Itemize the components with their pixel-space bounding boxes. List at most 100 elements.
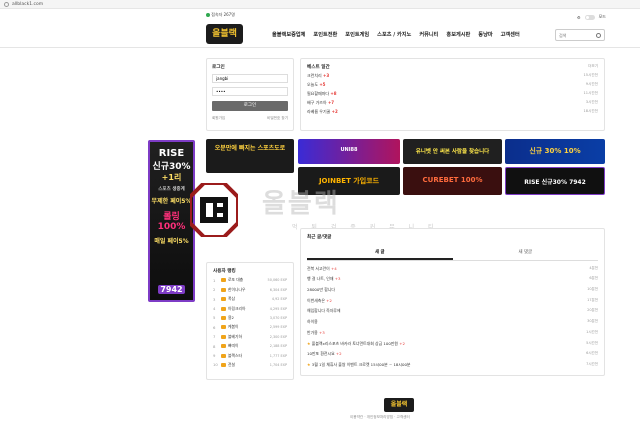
tab-new-posts[interactable]: 새 글 [307, 246, 453, 260]
url-text[interactable]: allblack1.com [12, 0, 43, 9]
item-title[interactable]: 하이용 [307, 319, 318, 324]
rank-name[interactable]: 로또 대충 [228, 277, 268, 283]
item-date: 6분전 [589, 276, 598, 281]
rank-row[interactable]: 7 블베기하 2,300 EXP [213, 334, 287, 340]
rank-row[interactable]: 3 폭삼 4,92 EXP [213, 296, 287, 302]
sports-banner[interactable]: 오분만에 빠지는 스포츠도로 [206, 139, 294, 173]
nav-item[interactable]: 동냥마 [478, 31, 492, 38]
nav-item[interactable]: 커뮤니티 [419, 31, 438, 38]
rank-row[interactable]: 4 아링크리아 4,295 EXP [213, 306, 287, 312]
item-title[interactable]: 필요할때마다 [307, 91, 329, 96]
signup-link[interactable]: 회원가입 [212, 116, 225, 121]
item-title[interactable]: 라베름 우기꿀 [307, 109, 330, 114]
rank-name[interactable]: 블랙스타 [228, 353, 270, 359]
item-date: 5시간전 [586, 340, 598, 345]
list-item[interactable]: 전북 서고란이 +4 4분전 [307, 266, 598, 272]
banner-line: 매일 페이5% [154, 238, 189, 245]
rank-name[interactable]: 폭삼 [228, 296, 272, 302]
list-item[interactable]: 크런치리 +3 15시간전 [307, 73, 598, 79]
rank-row[interactable]: 8 빠띠이 2,188 EXP [213, 343, 287, 349]
item-title[interactable]: 28000만 합니다 [307, 287, 335, 292]
search-placeholder: 검색 [559, 33, 567, 38]
site-logo[interactable]: 올블랙 [206, 24, 243, 44]
rank-name[interactable]: 빠띠이 [228, 343, 270, 349]
rank-row[interactable]: 5 용2 3,070 EXP [213, 315, 287, 321]
rank-row[interactable]: 2 한이나나우 6,304 EXP [213, 287, 287, 293]
list-item[interactable]: ★ 올블랙x리스포츠 바카라 토너먼트대회 상금 100만원 +2 5시간전 [307, 341, 598, 347]
rank-row[interactable]: 6 케봄이 2,599 EXP [213, 324, 287, 330]
level-icon [221, 297, 226, 302]
nav-item[interactable]: 홍보게시판 [446, 31, 470, 38]
level-icon [221, 334, 226, 339]
list-item[interactable]: 행 걸 나트, 인재 +3 6분전 [307, 276, 598, 282]
password-field[interactable] [212, 87, 288, 96]
item-title[interactable]: 배구 가즈아 [307, 100, 327, 105]
search-input[interactable]: 검색 [555, 29, 605, 41]
rank-row[interactable]: 9 블랙스타 1,777 EXP [213, 353, 287, 359]
rank-name[interactable]: 케봄이 [228, 324, 270, 330]
item-title[interactable]: 10만포 환전시요 [307, 351, 335, 356]
list-item[interactable]: 필요할때마다 +8 11시간전 [307, 91, 598, 97]
rank-name[interactable]: 전설 [228, 362, 270, 368]
list-item[interactable]: 해입합니다 즉자루에 20분전 [307, 308, 598, 314]
rank-number: 5 [213, 315, 216, 321]
item-title[interactable]: 오늘도 [307, 82, 318, 87]
item-title[interactable]: 해입합니다 즉자루에 [307, 308, 340, 313]
list-item[interactable]: 반가용 +3 1시간전 [307, 330, 598, 336]
find-password-link[interactable]: 비밀번호 찾기 [267, 116, 288, 121]
item-title[interactable]: 3월 1일 체휴사 출쌍 이벤트 크로켓 15시00분 ~ 18시00분 [312, 362, 411, 367]
uni88-banner[interactable]: UNI88 [298, 139, 400, 164]
mode-toggle[interactable] [584, 14, 595, 20]
best-more-link[interactable]: 더보기 [588, 64, 598, 70]
login-button[interactable]: 로그인 [212, 101, 288, 111]
address-bar[interactable]: allblack1.com [0, 0, 640, 9]
rank-name[interactable]: 용2 [228, 315, 270, 321]
top-strip: 접속자 267명 ⚙ 모드 [206, 12, 606, 22]
footer-logo[interactable]: 올블랙 [384, 398, 414, 412]
rank-row[interactable]: 10 전설 1,704 EXP [213, 362, 287, 368]
rank-name[interactable]: 한이나나우 [228, 287, 270, 293]
comment-count: +3 [319, 329, 325, 335]
rise-side-banner[interactable]: RISE 신규30% +1리 스포츠 생중계 무제한 페이5% 롤링 100% … [148, 140, 195, 302]
nav-divider [0, 47, 640, 48]
comment-count: +7 [327, 100, 335, 105]
list-item[interactable]: 28000만 합니다 10분전 [307, 287, 598, 293]
search-icon[interactable] [596, 33, 601, 38]
nav-item[interactable]: 포인트전환 [313, 31, 337, 38]
item-title[interactable]: 반가용 [307, 330, 318, 335]
item-title[interactable]: 올블랙x리스포츠 바카라 토너먼트대회 상금 100만원 [312, 341, 398, 346]
list-item[interactable]: ★ 3월 1일 체휴사 출쌍 이벤트 크로켓 15시00분 ~ 18시00분 7시… [307, 362, 598, 368]
tab-new-comments[interactable]: 새 댓글 [453, 246, 599, 260]
item-title[interactable]: 이번새축은 [307, 298, 325, 303]
site-info-icon[interactable] [4, 2, 9, 7]
list-item[interactable]: 라베름 우기꿀 +2 18시간전 [307, 109, 598, 115]
nav-item[interactable]: 포인트게임 [345, 31, 369, 38]
nav-item[interactable]: 올블랙보증업체 [272, 31, 305, 38]
list-item[interactable]: 오늘도 +5 9시간전 [307, 82, 598, 88]
item-title[interactable]: 크런치리 [307, 73, 322, 78]
rank-xp: 2,599 EXP [269, 325, 287, 330]
nav-item[interactable]: 스포츠 / 카지노 [377, 31, 411, 38]
bonus-banner[interactable]: 신규 30% 10% [505, 139, 605, 164]
login-panel: 로그인 로그인 회원가입 비밀번호 찾기 [206, 58, 294, 131]
rank-row[interactable]: 1 로또 대충 50,060 EXP [213, 277, 287, 283]
user-ranking-panel: 사용자 랭킹 1 로또 대충 50,060 EXP 2 한이나나우 6,304 EXP … [206, 262, 294, 380]
username-field[interactable] [212, 74, 288, 83]
settings-icon[interactable]: ⚙ [577, 15, 581, 20]
list-item[interactable]: 10만포 환전시요 +2 6시간전 [307, 351, 598, 357]
curebet-banner[interactable]: CUREBET 100% [403, 167, 502, 195]
rise-banner[interactable]: RISE 신규30% 7942 [505, 167, 605, 195]
list-item[interactable]: 이번새축은 +2 17분전 [307, 298, 598, 304]
list-item[interactable]: 배구 가즈아 +7 3시간전 [307, 100, 598, 106]
rank-xp: 50,060 EXP [267, 278, 287, 283]
rank-name[interactable]: 아링크리아 [228, 306, 270, 312]
item-date: 1시간전 [586, 329, 598, 334]
rank-name[interactable]: 블베기하 [228, 334, 270, 340]
footer-links[interactable]: 이용약관 · 개인정보처리방침 · 고객센터 [350, 415, 410, 420]
nav-item[interactable]: 고객센터 [501, 31, 520, 38]
list-item[interactable]: 하이용 30분전 [307, 319, 598, 325]
unibet-banner[interactable]: 유니벳 안 써본 사람을 찾습니다 [403, 139, 502, 164]
best-title: 베스트 일간 [307, 65, 330, 70]
item-title[interactable]: 행 걸 나트, 인재 [307, 276, 333, 281]
item-title[interactable]: 전북 서고란이 [307, 266, 330, 271]
